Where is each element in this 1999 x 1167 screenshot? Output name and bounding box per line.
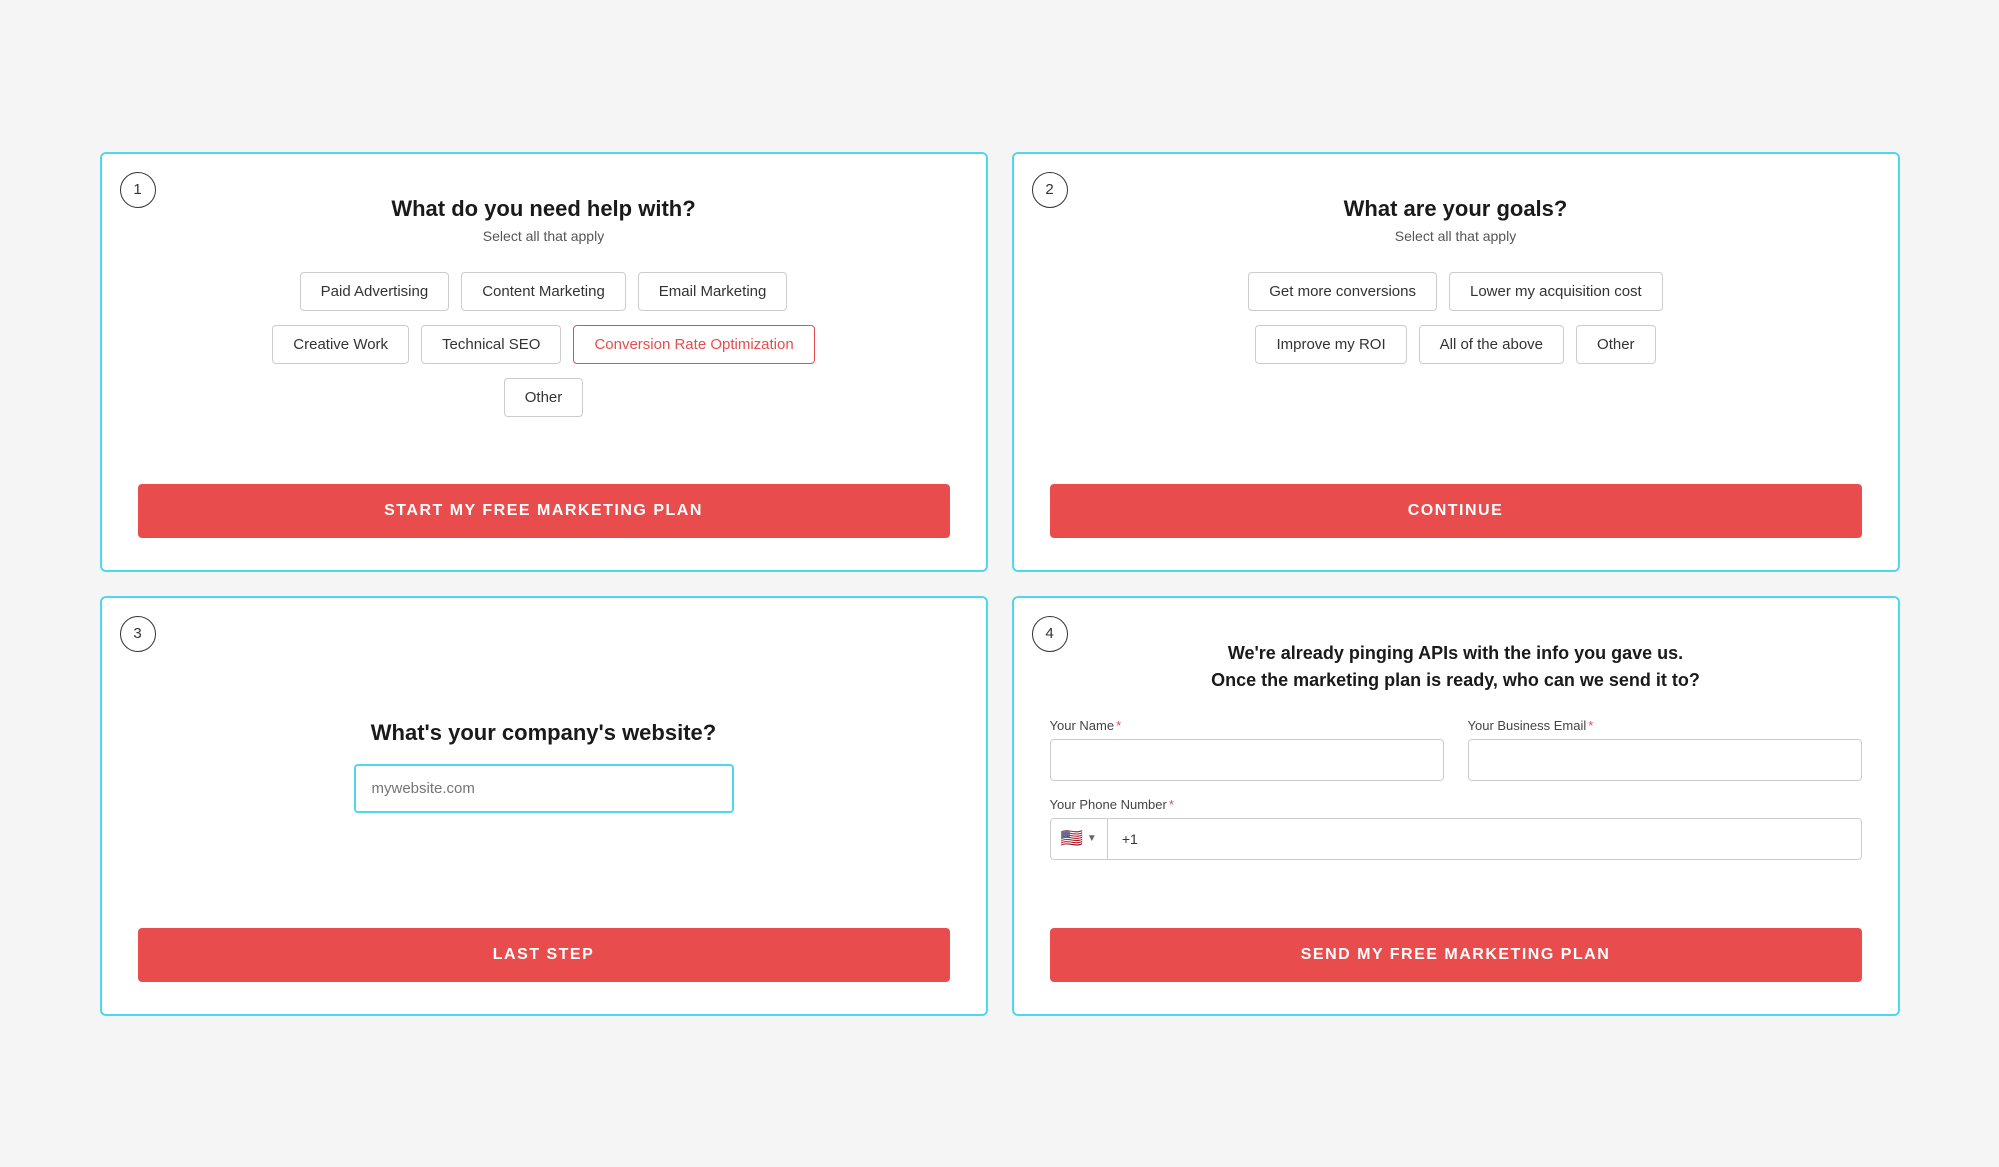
- phone-row: 🇺🇸 ▼: [1050, 818, 1862, 860]
- website-section: What's your company's website?: [138, 630, 950, 904]
- name-group: Your Name*: [1050, 718, 1444, 781]
- step-badge-1: 1: [120, 172, 156, 208]
- contact-form: Your Name* Your Business Email* Your Pho…: [1050, 718, 1862, 860]
- main-grid: 1 What do you need help with? Select all…: [100, 152, 1900, 1016]
- flag-emoji: 🇺🇸: [1061, 828, 1083, 849]
- option-other-2[interactable]: Other: [1576, 325, 1656, 364]
- name-label: Your Name*: [1050, 718, 1444, 733]
- card-2-cta-wrapper: CONTINUE: [1050, 460, 1862, 538]
- card-2-title: What are your goals?: [1050, 196, 1862, 222]
- card-4-header: We're already pinging APIs with the info…: [1050, 640, 1862, 694]
- card-3: 3 What's your company's website? LAST ST…: [100, 596, 988, 1016]
- option-get-conversions[interactable]: Get more conversions: [1248, 272, 1437, 311]
- step-badge-2: 2: [1032, 172, 1068, 208]
- card-1-row-2: Creative Work Technical SEO Conversion R…: [272, 325, 814, 364]
- option-cro[interactable]: Conversion Rate Optimization: [573, 325, 814, 364]
- card-1-options: Paid Advertising Content Marketing Email…: [138, 272, 950, 460]
- phone-input[interactable]: [1108, 819, 1861, 859]
- card-4-header-line2: Once the marketing plan is ready, who ca…: [1211, 670, 1700, 690]
- card-2-row-2: Improve my ROI All of the above Other: [1255, 325, 1655, 364]
- card-4-header-line1: We're already pinging APIs with the info…: [1228, 643, 1683, 663]
- card-2: 2 What are your goals? Select all that a…: [1012, 152, 1900, 572]
- card-1-row-3: Other: [504, 378, 584, 417]
- option-lower-acquisition[interactable]: Lower my acquisition cost: [1449, 272, 1663, 311]
- phone-label: Your Phone Number*: [1050, 797, 1862, 812]
- website-question: What's your company's website?: [371, 720, 716, 746]
- card-4: 4 We're already pinging APIs with the in…: [1012, 596, 1900, 1016]
- card-1-row-1: Paid Advertising Content Marketing Email…: [300, 272, 788, 311]
- card-1-cta-wrapper: START MY FREE MARKETING PLAN: [138, 460, 950, 538]
- start-marketing-plan-button[interactable]: START MY FREE MARKETING PLAN: [138, 484, 950, 538]
- card-2-subtitle: Select all that apply: [1050, 228, 1862, 244]
- email-label: Your Business Email*: [1468, 718, 1862, 733]
- website-input[interactable]: [354, 764, 734, 813]
- option-creative-work[interactable]: Creative Work: [272, 325, 409, 364]
- card-3-cta-wrapper: LAST STEP: [138, 904, 950, 982]
- option-technical-seo[interactable]: Technical SEO: [421, 325, 561, 364]
- phone-group: Your Phone Number* 🇺🇸 ▼: [1050, 797, 1862, 860]
- email-group: Your Business Email*: [1468, 718, 1862, 781]
- card-2-options: Get more conversions Lower my acquisitio…: [1050, 272, 1862, 460]
- step-badge-3: 3: [120, 616, 156, 652]
- continue-button[interactable]: CONTINUE: [1050, 484, 1862, 538]
- send-marketing-plan-button[interactable]: SEND MY FREE MARKETING PLAN: [1050, 928, 1862, 982]
- card-2-row-1: Get more conversions Lower my acquisitio…: [1248, 272, 1662, 311]
- option-improve-roi[interactable]: Improve my ROI: [1255, 325, 1406, 364]
- chevron-down-icon: ▼: [1087, 833, 1097, 844]
- card-1: 1 What do you need help with? Select all…: [100, 152, 988, 572]
- option-other-1[interactable]: Other: [504, 378, 584, 417]
- phone-flag-selector[interactable]: 🇺🇸 ▼: [1051, 819, 1108, 859]
- card-1-title: What do you need help with?: [138, 196, 950, 222]
- option-all-above[interactable]: All of the above: [1419, 325, 1564, 364]
- option-paid-advertising[interactable]: Paid Advertising: [300, 272, 450, 311]
- name-input[interactable]: [1050, 739, 1444, 781]
- option-content-marketing[interactable]: Content Marketing: [461, 272, 626, 311]
- step-badge-4: 4: [1032, 616, 1068, 652]
- card-1-subtitle: Select all that apply: [138, 228, 950, 244]
- option-email-marketing[interactable]: Email Marketing: [638, 272, 788, 311]
- card-4-cta-wrapper: SEND MY FREE MARKETING PLAN: [1050, 904, 1862, 982]
- email-input[interactable]: [1468, 739, 1862, 781]
- last-step-button[interactable]: LAST STEP: [138, 928, 950, 982]
